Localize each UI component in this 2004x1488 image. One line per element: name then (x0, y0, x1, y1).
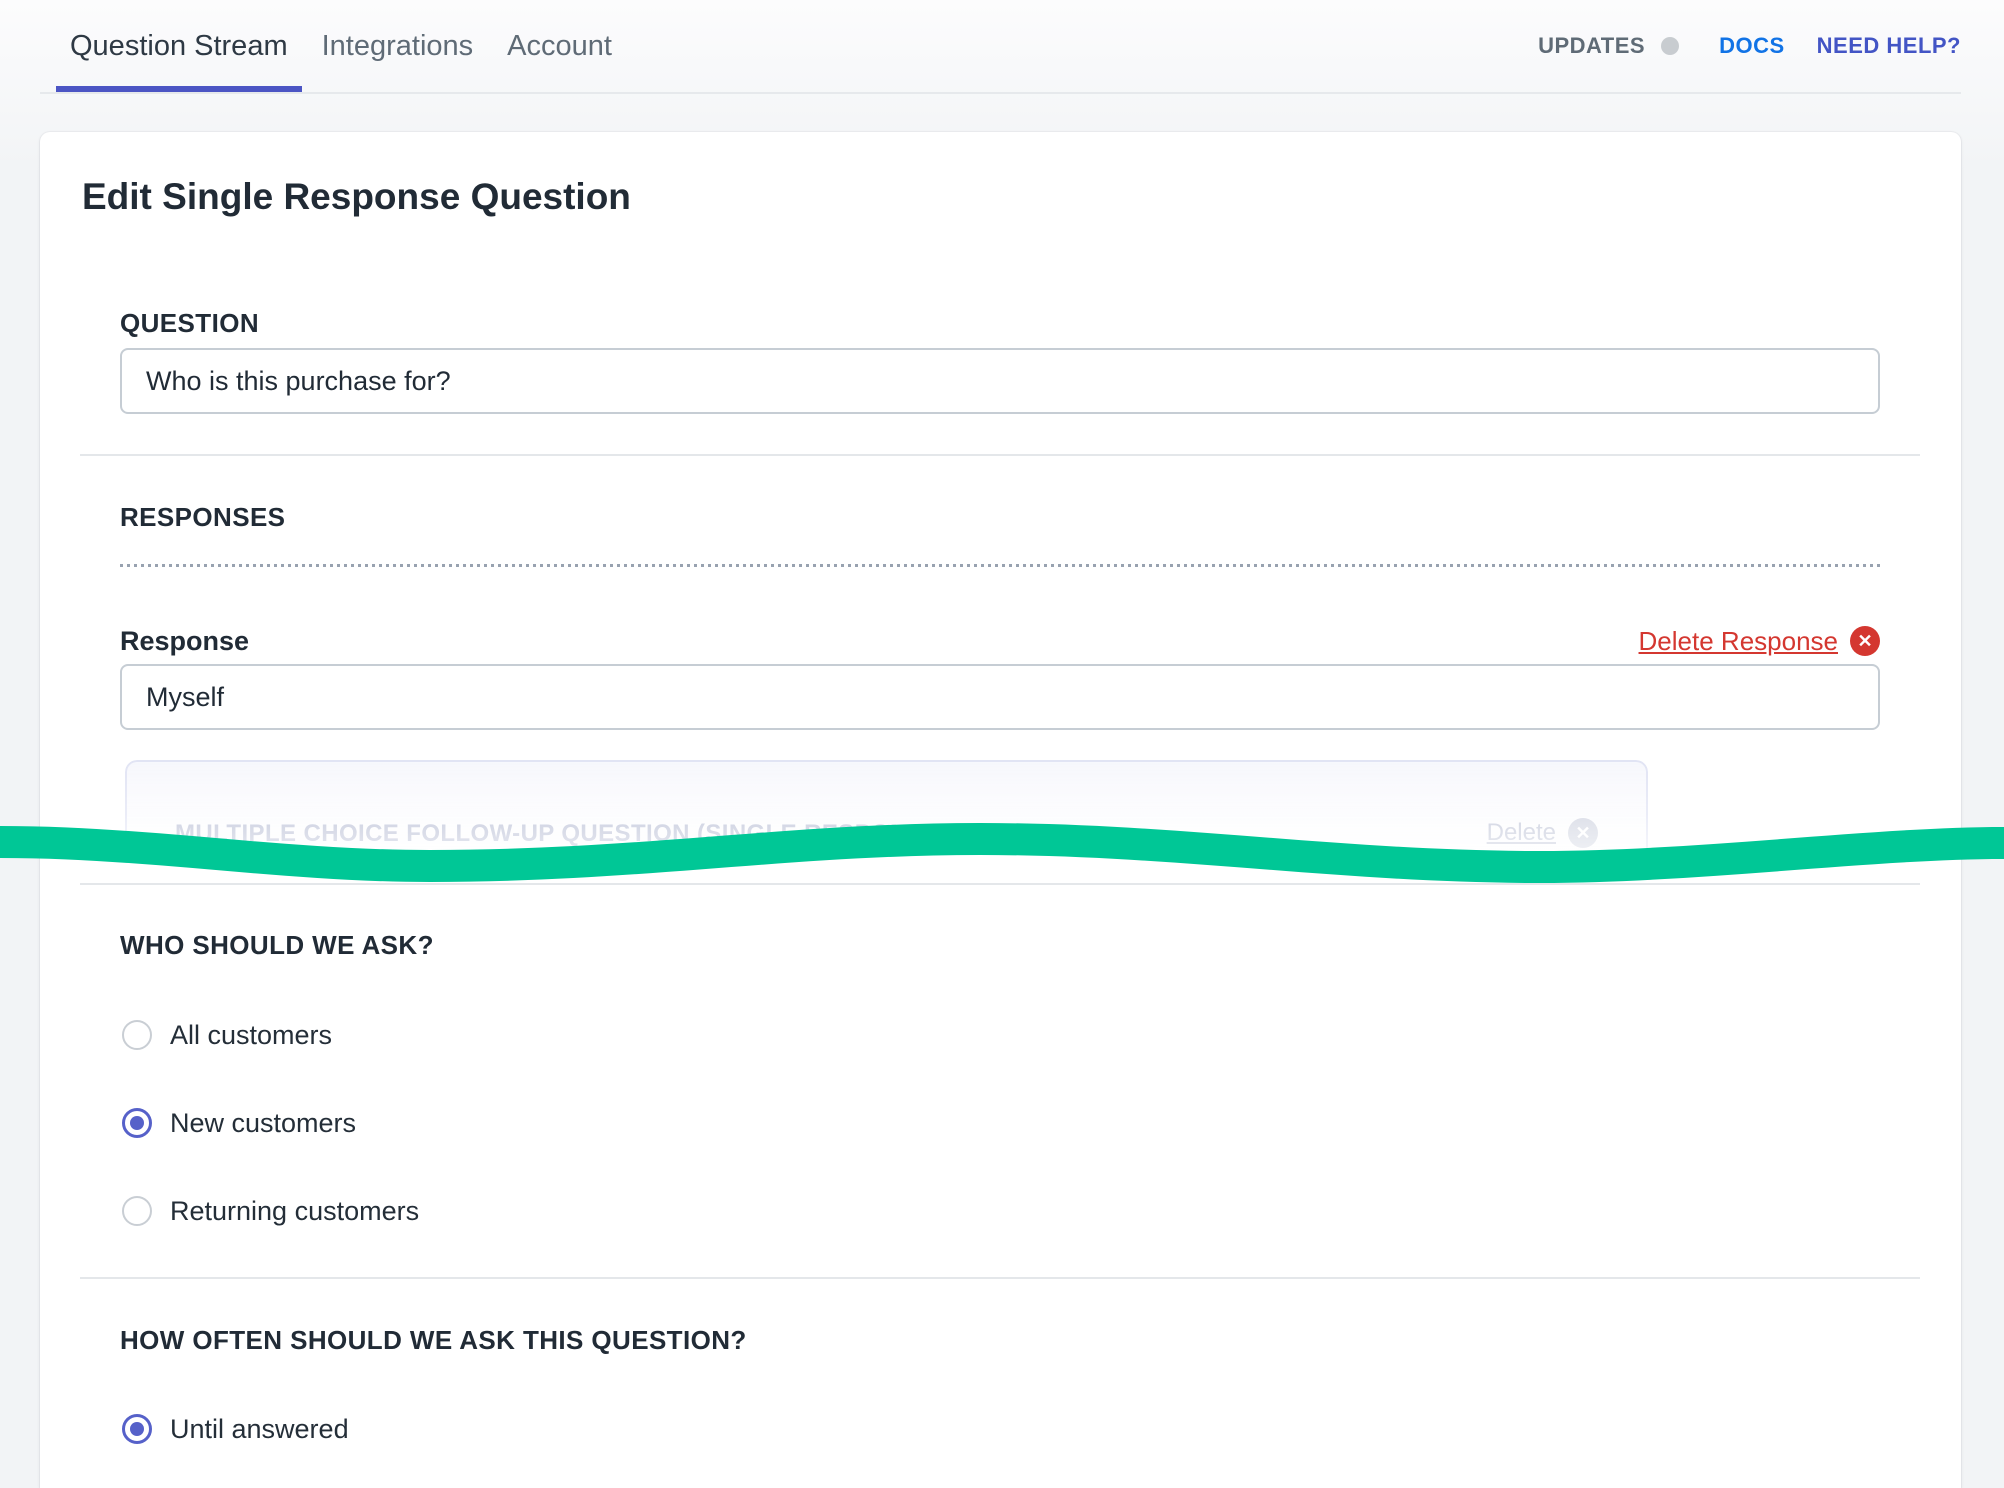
docs-link[interactable]: DOCS (1719, 33, 1785, 59)
need-help-link[interactable]: NEED HELP? (1817, 33, 1961, 59)
question-input[interactable] (120, 348, 1880, 414)
radio-unselected-icon[interactable] (122, 1020, 152, 1050)
response-input[interactable] (120, 664, 1880, 730)
nav-tabs: Question Stream Integrations Account (56, 0, 632, 92)
radio-option-until-answered[interactable]: Until answered (122, 1413, 349, 1445)
responses-label: RESPONSES (120, 502, 285, 533)
radio-option-label: Returning customers (170, 1196, 419, 1227)
response-row: Response Delete Response ✕ (120, 622, 1880, 660)
radio-option-label: Until answered (170, 1414, 349, 1445)
radio-option-new-customers[interactable]: New customers (122, 1107, 356, 1139)
updates-link[interactable]: UPDATES (1538, 33, 1645, 59)
delete-response-label: Delete Response (1639, 626, 1838, 657)
top-nav: Question Stream Integrations Account UPD… (40, 0, 1961, 94)
radio-option-label: All customers (170, 1020, 332, 1051)
question-label: QUESTION (120, 308, 259, 339)
tab-account[interactable]: Account (493, 0, 626, 92)
radio-option-label: New customers (170, 1108, 356, 1139)
audience-label: WHO SHOULD WE ASK? (120, 930, 434, 961)
radio-option-all-customers[interactable]: All customers (122, 1019, 332, 1051)
response-label: Response (120, 626, 249, 657)
torn-edge-wave (0, 815, 2004, 890)
radio-unselected-icon[interactable] (122, 1196, 152, 1226)
page-title: Edit Single Response Question (82, 176, 631, 218)
dotted-divider (120, 564, 1880, 567)
delete-response-link[interactable]: Delete Response ✕ (1639, 626, 1880, 657)
radio-selected-icon[interactable] (122, 1414, 152, 1444)
radio-selected-icon[interactable] (122, 1108, 152, 1138)
section-divider (80, 1277, 1920, 1279)
delete-x-circle-icon[interactable]: ✕ (1850, 626, 1880, 656)
edit-question-card: Edit Single Response Question QUESTION R… (40, 132, 1961, 1488)
tab-question-stream[interactable]: Question Stream (56, 0, 302, 92)
nav-right-links: UPDATES DOCS NEED HELP? (1538, 0, 1961, 92)
section-divider (80, 454, 1920, 456)
frequency-label: HOW OFTEN SHOULD WE ASK THIS QUESTION? (120, 1325, 747, 1356)
updates-indicator-dot-icon (1661, 37, 1679, 55)
radio-option-returning-customers[interactable]: Returning customers (122, 1195, 419, 1227)
tab-integrations[interactable]: Integrations (308, 0, 488, 92)
